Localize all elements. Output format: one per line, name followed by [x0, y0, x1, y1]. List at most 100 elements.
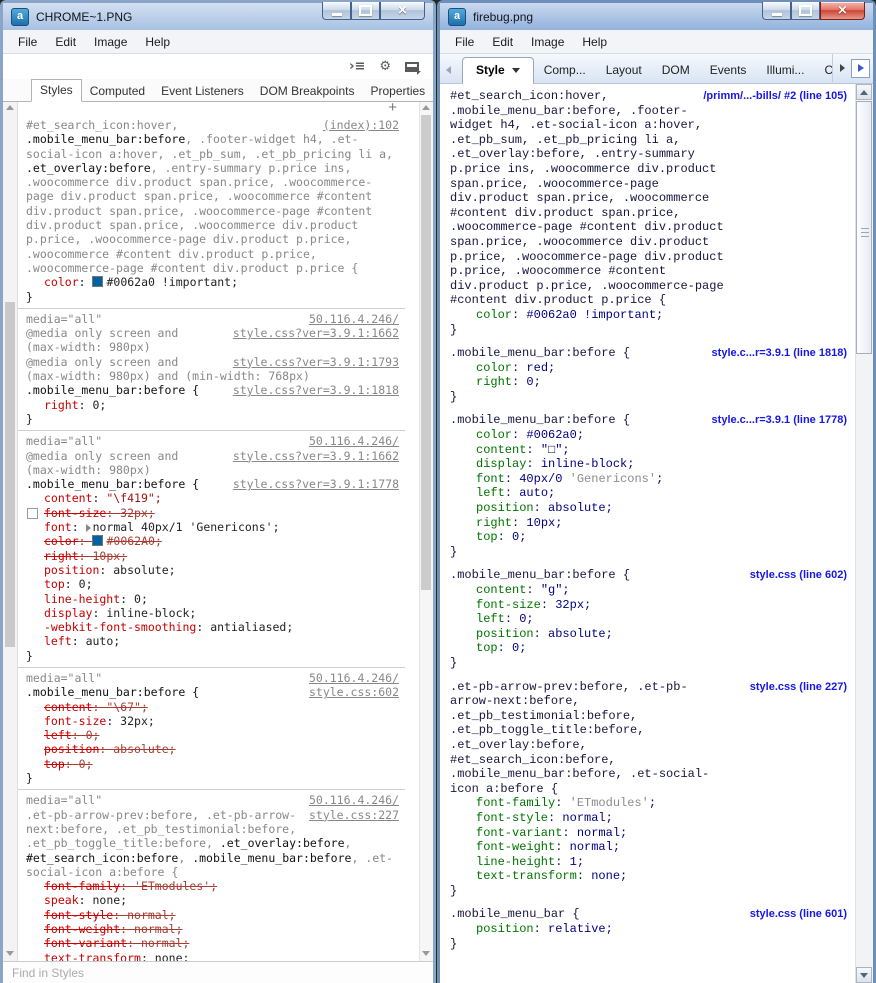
css-token: :: [526, 442, 541, 457]
scroll-up-button[interactable]: [856, 84, 872, 100]
scroll-down-button[interactable]: [856, 967, 872, 983]
tab-layout[interactable]: Layout: [596, 57, 652, 83]
menu-image[interactable]: Image: [522, 32, 573, 52]
tab-dom[interactable]: DOM: [652, 57, 700, 83]
stylesheet-link[interactable]: style.css?ver=3.9.1:1818: [233, 383, 399, 397]
css-token: 0;: [78, 577, 93, 592]
stylesheet-link[interactable]: style.css:227: [309, 808, 399, 822]
css-token: 0;: [92, 397, 107, 412]
minimize-button[interactable]: [322, 2, 351, 20]
maximize-button[interactable]: [791, 2, 820, 20]
tab-event-listeners[interactable]: Event Listeners: [153, 81, 252, 102]
titlebar[interactable]: a CHROME~1.PNG ×: [3, 2, 433, 30]
stylesheet-link[interactable]: (index):102: [323, 118, 399, 132]
scrollbar-thumb[interactable]: [421, 115, 431, 590]
tab-style[interactable]: Style: [462, 57, 534, 84]
stylesheet-link[interactable]: style.c...r=3.9.1 (line 1818): [712, 347, 847, 359]
stylesheet-link[interactable]: /primm/...-bills/ #2 (line 105): [703, 90, 847, 102]
tab-illumi-[interactable]: Illumi...: [756, 57, 814, 83]
css-token: #0062a0;: [526, 428, 585, 443]
stylesheet-link[interactable]: style.css?ver=3.9.1:1778: [233, 477, 399, 491]
css-token: }: [450, 936, 458, 951]
css-token: normal;: [569, 840, 621, 855]
color-swatch[interactable]: [92, 535, 104, 547]
stylesheet-link[interactable]: style.css?ver=3.9.1:1662: [233, 326, 399, 340]
property-toggle-checkbox[interactable]: [27, 507, 38, 519]
css-token: media="all": [26, 793, 103, 808]
menu-image[interactable]: Image: [85, 32, 136, 52]
tab-next-button[interactable]: [851, 58, 870, 78]
color-swatch[interactable]: [92, 276, 104, 288]
tab-computed[interactable]: Computed: [82, 81, 153, 102]
tab-styles[interactable]: Styles: [31, 79, 82, 102]
scroll-down-icon[interactable]: [6, 951, 14, 956]
css-token: :: [92, 491, 107, 506]
stylesheet-link[interactable]: 50.116.4.246/: [309, 312, 399, 326]
tab-comp-[interactable]: Comp...: [534, 57, 596, 83]
css-line: }: [26, 771, 399, 785]
console-drawer-icon[interactable]: ›≡: [349, 60, 365, 73]
css-token: , .entry-summary p.price ins, .woocommer…: [26, 160, 373, 275]
tab-events[interactable]: Events: [700, 57, 757, 83]
stylesheet-link[interactable]: style.css:602: [309, 685, 399, 699]
close-button[interactable]: ×: [820, 2, 865, 20]
menu-edit[interactable]: Edit: [46, 32, 85, 52]
new-style-rule-button[interactable]: +: [388, 102, 397, 115]
firebug-scrollbar[interactable]: [855, 84, 873, 983]
css-token: absolute;: [113, 742, 176, 757]
titlebar[interactable]: a firebug.png ×: [440, 2, 873, 30]
css-token: position: [476, 626, 534, 641]
menu-help[interactable]: Help: [136, 32, 179, 52]
stylesheet-link[interactable]: 50.116.4.246/: [309, 434, 399, 448]
settings-gear-icon[interactable]: ⚙: [379, 60, 391, 73]
scrollbar-thumb[interactable]: [5, 302, 15, 647]
tab-scroll-right-icon[interactable]: [840, 64, 845, 72]
stylesheet-link[interactable]: style.css?ver=3.9.1:1662: [233, 449, 399, 463]
css-token: absolute;: [548, 501, 613, 516]
css-token: right: [476, 375, 513, 390]
css-token: :: [497, 530, 513, 545]
scroll-down-icon: [860, 972, 868, 978]
stylesheet-link[interactable]: 50.116.4.246/: [309, 671, 399, 685]
stylesheet-link[interactable]: style.css (line 601): [750, 908, 847, 920]
css-token: :: [78, 397, 93, 412]
css-rule-section: 50.116.4.246/media="all" style.css?ver=3.…: [18, 309, 405, 432]
css-rule-section: (index):102 #et_search_icon:hover, .mobile…: [18, 115, 405, 309]
elements-panel-scrollbar[interactable]: [3, 102, 18, 961]
stylesheet-link[interactable]: 50.116.4.246/: [309, 793, 399, 807]
maximize-button[interactable]: [351, 2, 380, 20]
dock-side-icon[interactable]: [405, 61, 419, 72]
styles-pane-scrollbar[interactable]: [419, 102, 433, 961]
css-token: .et-pb-arrow-prev:before, .et-pb-arrow-n…: [450, 679, 710, 796]
css-token: #et_search_icon:hover,: [450, 89, 609, 103]
menu-help[interactable]: Help: [573, 32, 616, 52]
scroll-up-icon[interactable]: [422, 105, 430, 110]
find-styles-input[interactable]: Find in Styles: [3, 961, 433, 983]
css-token: :: [106, 713, 121, 728]
stylesheet-link[interactable]: style.css (line 602): [750, 569, 847, 581]
css-token: 'ETmodules';: [134, 879, 218, 894]
menu-file[interactable]: File: [446, 32, 483, 52]
css-token: :: [512, 360, 527, 375]
menu-edit[interactable]: Edit: [483, 32, 522, 52]
scroll-down-icon[interactable]: [422, 951, 430, 956]
menu-file[interactable]: File: [9, 32, 46, 52]
tab-dropdown-icon[interactable]: [511, 67, 520, 73]
shorthand-expander-icon[interactable]: [85, 524, 91, 533]
tab-properties[interactable]: Properties: [362, 81, 433, 102]
stylesheet-link[interactable]: style.c...r=3.9.1 (line 1778): [712, 414, 847, 426]
scroll-up-icon[interactable]: [6, 105, 14, 110]
close-button[interactable]: ×: [380, 2, 425, 20]
css-token: none;: [591, 869, 628, 884]
css-token: :: [78, 893, 93, 908]
stylesheet-link[interactable]: style.css?ver=3.9.1:1793: [233, 355, 399, 369]
scrollbar-thumb[interactable]: [856, 101, 872, 354]
minimize-button[interactable]: [762, 2, 791, 20]
css-token: @media only screen and: [26, 448, 179, 463]
css-line: top: 0;: [450, 641, 752, 656]
css-token: }: [450, 389, 458, 404]
tab-scroll-left-icon[interactable]: [446, 66, 451, 74]
css-token: speak: [44, 893, 79, 908]
tab-dom-breakpoints[interactable]: DOM Breakpoints: [252, 81, 363, 102]
stylesheet-link[interactable]: style.css (line 227): [750, 681, 847, 693]
